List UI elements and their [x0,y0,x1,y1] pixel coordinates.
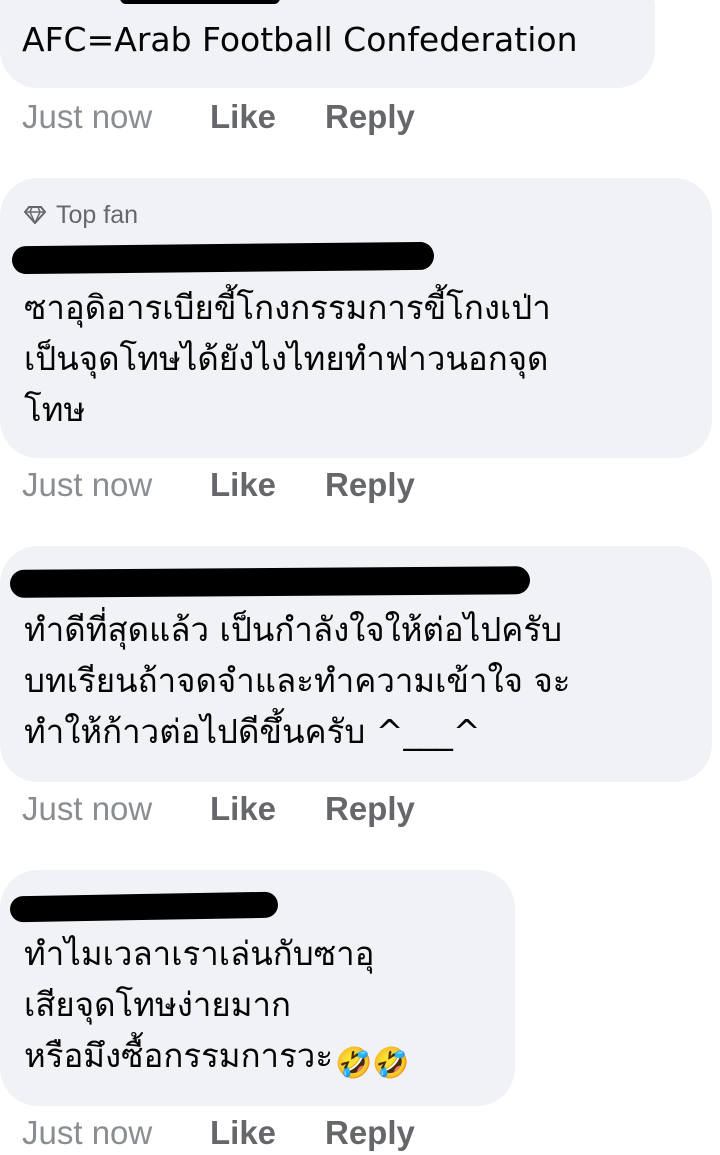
redacted-name[interactable] [11,241,435,275]
like-button[interactable]: Like [210,1114,325,1152]
like-button[interactable]: Like [210,98,325,136]
timestamp: Just now [22,466,153,503]
badge-label: Top fan [56,200,139,229]
comment-actions: Just now Like Reply [22,1113,415,1153]
comment-text: ทำดีที่สุดแล้ว เป็นกำลังใจให้ต่อไปครับ บ… [24,610,571,751]
redacted-name[interactable] [9,891,279,923]
timestamp: Just now [22,1114,153,1151]
like-button[interactable]: Like [210,466,325,504]
reply-button[interactable]: Reply [325,98,415,136]
comment-text: ทำไมเวลาเราเล่นกับซาอุ เสียจุดโทษง่ายมาก… [24,934,375,1075]
rolling-on-floor-laughing-emoji: 🤣🤣 [335,1046,410,1081]
comment-text: AFC=Arab Football Confederation [22,20,578,59]
comment-bubble: ทำไมเวลาเราเล่นกับซาอุ เสียจุดโทษง่ายมาก… [0,870,515,1106]
comment-text: ซาอุดิอารเบียขี้โกงกรรมการขี้โกงเป่า เป็… [24,288,551,429]
redacted-name [120,0,280,4]
comment-actions: Just now Like Reply [22,789,415,829]
comment-actions: Just now Like Reply [22,465,415,505]
comment-bubble: Top fan ซาอุดิอารเบียขี้โกงกรรมการขี้โกง… [0,178,712,458]
timestamp: Just now [22,98,153,135]
comment-bubble: AFC=Arab Football Confederation [0,0,655,88]
comment-actions: Just now Like Reply [22,97,415,137]
reply-button[interactable]: Reply [325,790,415,828]
diamond-icon [24,206,46,224]
timestamp: Just now [22,790,153,827]
like-button[interactable]: Like [210,790,325,828]
redacted-name[interactable] [9,566,531,598]
top-fan-badge: Top fan [24,198,692,232]
reply-button[interactable]: Reply [325,466,415,504]
reply-button[interactable]: Reply [325,1114,415,1152]
comment-bubble: ทำดีที่สุดแล้ว เป็นกำลังใจให้ต่อไปครับ บ… [0,546,712,782]
